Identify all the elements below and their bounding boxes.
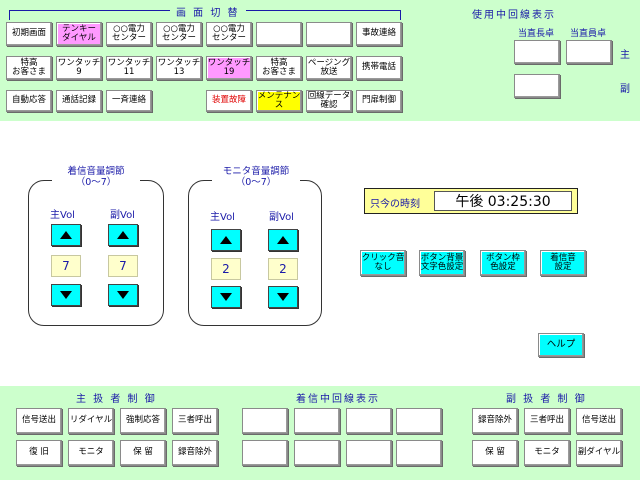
- signal-send-button[interactable]: 信号送出: [16, 408, 62, 434]
- incoming-volume-title: 着信音量調節 （0〜7）: [52, 166, 140, 189]
- monitor-volume-group: [188, 180, 322, 326]
- tenkey-dial-button[interactable]: テンキー ダイヤル: [56, 22, 102, 46]
- recording-exclude-button[interactable]: 録音除外: [172, 440, 218, 466]
- incoming-line-title: 着信中回線表示: [296, 394, 380, 405]
- incoming-sub-down-button[interactable]: [108, 284, 138, 306]
- monitor-sub-vol-value: 2: [268, 258, 298, 280]
- monitor-main-vol-value: 2: [211, 258, 241, 280]
- sub-three-party-call-button[interactable]: 三者呼出: [524, 408, 570, 434]
- sub-recording-exclude-button[interactable]: 録音除外: [472, 408, 518, 434]
- hold-button[interactable]: 保 留: [120, 440, 166, 466]
- device-failure-button[interactable]: 装置故障: [206, 90, 252, 112]
- ringtone-setting-button[interactable]: 着信音 設定: [540, 250, 586, 276]
- help-button[interactable]: ヘルプ: [538, 333, 584, 357]
- clock-label: 只今の時刻: [370, 199, 420, 210]
- main-handler-title: 主 扱 者 制 御: [76, 394, 157, 405]
- mobile-phone-button[interactable]: 携帯電話: [356, 56, 402, 80]
- sub-signal-send-button[interactable]: 信号送出: [576, 408, 622, 434]
- redial-button[interactable]: リダイヤル: [68, 408, 114, 434]
- arrow-up-icon: [220, 236, 232, 244]
- arrow-up-icon: [277, 236, 289, 244]
- extra-high-customer-1-button[interactable]: 特高 お客さま: [6, 56, 52, 80]
- broadcast-contact-button[interactable]: 一斉連絡: [106, 90, 152, 112]
- arrow-up-icon: [117, 231, 129, 239]
- chief-sub-line-display: [514, 74, 560, 98]
- power-center-1-button[interactable]: ○○電力 センター: [106, 22, 152, 46]
- arrow-down-icon: [277, 293, 289, 301]
- screen-switch-title: 画 面 切 替: [170, 4, 246, 19]
- incoming-line-slot[interactable]: [294, 408, 340, 434]
- monitor-sub-vol-label: 副Vol: [269, 212, 294, 223]
- power-center-3-button[interactable]: ○○電力 センター: [206, 22, 252, 46]
- auto-answer-button[interactable]: 自動応答: [6, 90, 52, 112]
- sub-monitor-button[interactable]: モニタ: [524, 440, 570, 466]
- one-touch-19-button[interactable]: ワンタッチ 19: [206, 56, 252, 80]
- incoming-sub-vol-label: 副Vol: [110, 210, 135, 221]
- arrow-down-icon: [117, 291, 129, 299]
- incoming-main-up-button[interactable]: [51, 224, 81, 246]
- clock-time: 午後 03:25:30: [434, 191, 572, 211]
- incoming-main-vol-label: 主Vol: [50, 210, 75, 221]
- call-record-button[interactable]: 通話記録: [56, 90, 102, 112]
- incoming-main-down-button[interactable]: [51, 284, 81, 306]
- extra-high-customer-2-button[interactable]: 特高 お客さま: [256, 56, 302, 80]
- monitor-main-down-button[interactable]: [211, 286, 241, 308]
- incoming-line-slot[interactable]: [396, 440, 442, 466]
- sub-dial-button[interactable]: 副ダイヤル: [576, 440, 622, 466]
- incoming-line-slot[interactable]: [242, 440, 288, 466]
- monitor-sub-up-button[interactable]: [268, 229, 298, 251]
- chief-main-line-display: [514, 40, 560, 64]
- one-touch-11-button[interactable]: ワンタッチ 11: [106, 56, 152, 80]
- monitor-main-up-button[interactable]: [211, 229, 241, 251]
- arrow-down-icon: [220, 293, 232, 301]
- line-data-check-button[interactable]: 回線データ 確認: [306, 90, 352, 112]
- recover-button[interactable]: 復 旧: [16, 440, 62, 466]
- duty-member-label: 当直員卓: [570, 29, 607, 39]
- three-party-call-button[interactable]: 三者呼出: [172, 408, 218, 434]
- monitor-volume-title: モニタ音量調節 （0〜7）: [212, 166, 300, 189]
- blank-button-2[interactable]: [306, 22, 352, 46]
- monitor-main-vol-label: 主Vol: [210, 212, 235, 223]
- incoming-main-vol-value: 7: [51, 255, 81, 277]
- incoming-line-slot[interactable]: [294, 440, 340, 466]
- monitor-button[interactable]: モニタ: [68, 440, 114, 466]
- button-bg-text-color-button[interactable]: ボタン背景 文字色設定: [419, 250, 465, 276]
- incoming-sub-up-button[interactable]: [108, 224, 138, 246]
- forced-answer-button[interactable]: 強制応答: [120, 408, 166, 434]
- line-in-use-title: 使用中回線表示: [472, 10, 556, 21]
- sub-hold-button[interactable]: 保 留: [472, 440, 518, 466]
- member-main-line-display: [566, 40, 612, 64]
- paging-broadcast-button[interactable]: ページング 放送: [306, 56, 352, 80]
- sub-handler-title: 副 扱 者 制 御: [506, 394, 587, 405]
- accident-contact-button[interactable]: 事故連絡: [356, 22, 402, 46]
- main-line-label: 主: [620, 50, 630, 61]
- power-center-2-button[interactable]: ○○電力 センター: [156, 22, 202, 46]
- incoming-sub-vol-value: 7: [108, 255, 138, 277]
- blank-button-1[interactable]: [256, 22, 302, 46]
- one-touch-9-button[interactable]: ワンタッチ 9: [56, 56, 102, 80]
- one-touch-13-button[interactable]: ワンタッチ 13: [156, 56, 202, 80]
- click-sound-button[interactable]: クリック音 なし: [360, 250, 406, 276]
- incoming-line-slot[interactable]: [346, 440, 392, 466]
- incoming-line-slot[interactable]: [242, 408, 288, 434]
- arrow-up-icon: [60, 231, 72, 239]
- initial-screen-button[interactable]: 初期画面: [6, 22, 52, 46]
- arrow-down-icon: [60, 291, 72, 299]
- incoming-line-slot[interactable]: [346, 408, 392, 434]
- incoming-volume-group: [28, 180, 164, 326]
- duty-chief-label: 当直長卓: [518, 29, 555, 39]
- sub-line-label: 副: [620, 84, 630, 95]
- maintenance-button[interactable]: メンテナン ス: [256, 90, 302, 112]
- button-border-color-button[interactable]: ボタン枠 色設定: [480, 250, 526, 276]
- monitor-sub-down-button[interactable]: [268, 286, 298, 308]
- incoming-line-slot[interactable]: [396, 408, 442, 434]
- gate-control-button[interactable]: 門扉制御: [356, 90, 402, 112]
